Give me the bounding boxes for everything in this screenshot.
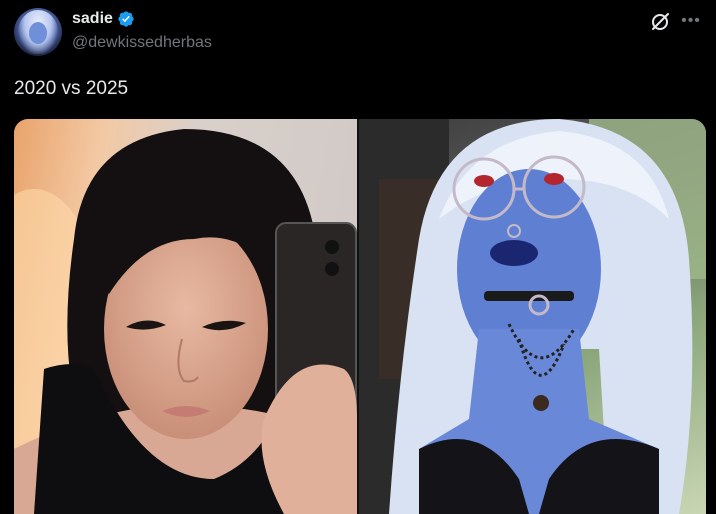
post-text: 2020 vs 2025	[14, 78, 129, 99]
author-name-row[interactable]: sadie	[72, 10, 135, 28]
photo-2020[interactable]	[14, 119, 357, 514]
author-handle[interactable]: @dewkissedherbas	[72, 34, 212, 52]
avatar-face	[29, 22, 47, 44]
photo-2025[interactable]	[359, 119, 706, 514]
media-grid[interactable]	[14, 119, 706, 514]
photo-2025-illustration	[359, 119, 706, 514]
post: sadie @dewkissedherbas ••• 2020 vs 2025	[0, 0, 716, 514]
avatar[interactable]	[14, 8, 62, 56]
grok-icon[interactable]	[648, 10, 672, 34]
verified-badge-icon	[118, 11, 134, 27]
display-name[interactable]: sadie	[72, 10, 113, 28]
photo-2020-illustration	[14, 129, 357, 514]
more-options-icon[interactable]: •••	[680, 12, 702, 30]
